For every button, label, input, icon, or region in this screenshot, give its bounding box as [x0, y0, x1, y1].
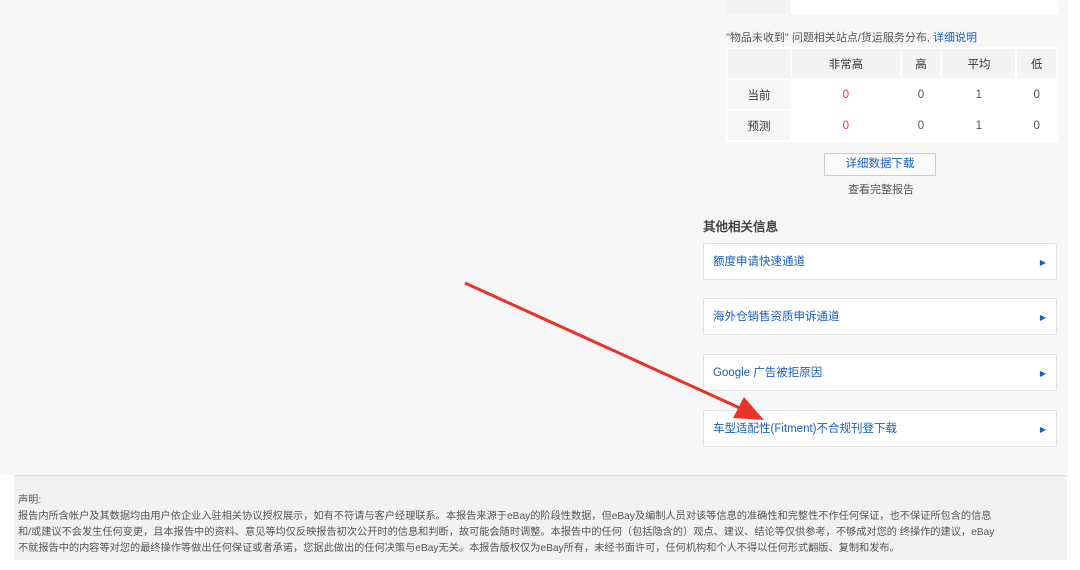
annotation-arrow-icon: [464, 281, 764, 420]
